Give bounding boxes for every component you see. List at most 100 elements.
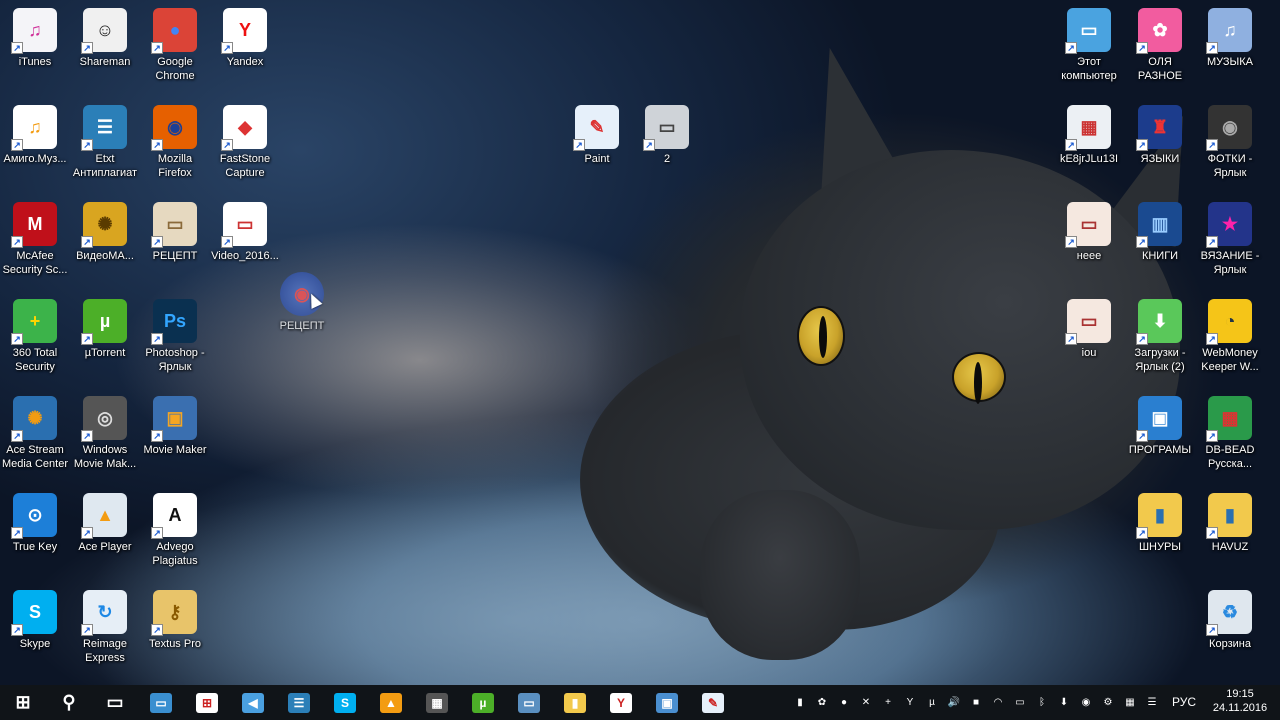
shortcut-arrow-icon: ↗ [11, 139, 23, 151]
desktop-icon[interactable]: ✺ ↗ Ace Stream Media Center [0, 396, 73, 471]
shortcut-arrow-icon: ↗ [221, 42, 233, 54]
desktop-icon[interactable]: ☰ ↗ Etxt Антиплагиат [67, 105, 143, 180]
taskbar-button[interactable]: ▭ [138, 685, 184, 720]
tray-yandex-icon[interactable]: Y [900, 695, 920, 711]
tray-notification-icon[interactable]: ☰ [1142, 695, 1162, 711]
tray-camera-icon[interactable]: ◉ [1076, 695, 1096, 711]
taskbar-button[interactable]: ▦ [414, 685, 460, 720]
desktop-icon[interactable]: µ ↗ µTorrent [67, 299, 143, 360]
desktop-icon[interactable]: Y ↗ Yandex [207, 8, 283, 69]
tray-wifi-icon[interactable]: ◠ [988, 695, 1008, 711]
tray-cross-icon[interactable]: ✕ [856, 695, 876, 711]
desktop-icon-label: Textus Pro [149, 638, 201, 650]
shortcut-arrow-icon: ↗ [81, 430, 93, 442]
desktop-icon[interactable]: ▣ ↗ Movie Maker [137, 396, 213, 457]
tray-volume-icon[interactable]: 🔊 [944, 695, 964, 711]
tray-leaf-icon[interactable]: ✿ [812, 695, 832, 711]
tray-download-icon[interactable]: ⬇ [1054, 695, 1074, 711]
desktop-icon[interactable]: ▭ ↗ Video_2016... [207, 202, 283, 263]
desktop-icon[interactable]: ▣ ↗ ПРОГРАМЫ [1122, 396, 1198, 457]
photoshop-icon: Ps ↗ [151, 299, 197, 345]
taskbar-button[interactable]: ⚲ [46, 685, 92, 720]
programs-folder-icon: ▣ ↗ [1136, 396, 1182, 442]
desktop-icon[interactable]: ✎ ↗ Paint [559, 105, 635, 166]
tray-utorrent-icon[interactable]: µ [922, 695, 942, 711]
tray-circle-icon[interactable]: ● [834, 695, 854, 711]
search-icon: ⚲ [62, 692, 76, 712]
desktop-icon[interactable]: ◉ ↗ ФОТКИ - Ярлык [1192, 105, 1268, 180]
desktop-icon[interactable]: ⬇ ↗ Загрузки - Ярлык (2) [1122, 299, 1198, 374]
desktop-icon[interactable]: ◔ ↗ WebMoney Keeper W... [1192, 299, 1268, 374]
tray-keyboard-icon[interactable]: ▦ [1120, 695, 1140, 711]
desktop-icon[interactable]: ♻ ↗ Корзина [1192, 590, 1268, 651]
desktop-icon[interactable]: ♫ ↗ iTunes [0, 8, 73, 69]
shareman-icon: ☺ ↗ [81, 8, 127, 54]
taskbar-button[interactable]: µ [460, 685, 506, 720]
taskbar-button[interactable]: ▭ [92, 685, 138, 720]
desktop-icon[interactable]: ♫ ↗ МУЗЫКА [1192, 8, 1268, 69]
start-windows-icon: ⊞ [15, 692, 31, 712]
desktop-icon[interactable]: ↻ ↗ Reimage Express [67, 590, 143, 665]
taskbar-button[interactable]: ▲ [368, 685, 414, 720]
tray-flag-icon[interactable]: ▮ [790, 695, 810, 711]
shortcut-arrow-icon: ↗ [1206, 42, 1218, 54]
taskbar-button[interactable]: Y [598, 685, 644, 720]
taskbar-button[interactable]: ▣ [644, 685, 690, 720]
desktop-icon-label: McAfee Security Sc... [2, 250, 68, 276]
desktop-icon[interactable]: ★ ↗ ВЯЗАНИЕ - Ярлык [1192, 202, 1268, 277]
desktop-icon[interactable]: ▲ ↗ Ace Player [67, 493, 143, 554]
desktop-icon[interactable]: ♜ ↗ ЯЗЫКИ [1122, 105, 1198, 166]
desktop-icon-label: ЯЗЫКИ [1140, 153, 1180, 165]
desktop-icon[interactable]: ⊙ ↗ True Key [0, 493, 73, 554]
taskbar-button[interactable]: ⊞ [0, 685, 46, 720]
movie-maker-icon: ◎ ↗ [81, 396, 127, 442]
desktop-icon[interactable]: ▮ ↗ ШНУРЫ [1122, 493, 1198, 554]
desktop-icon[interactable]: ⚷ ↗ Textus Pro [137, 590, 213, 651]
dragging-desktop-icon[interactable]: ◉ РЕЦЕПТ [264, 272, 340, 333]
desktop-icon[interactable]: ▭ ↗ неее [1051, 202, 1127, 263]
tray-red-icon[interactable]: ■ [966, 695, 986, 711]
desktop-icon[interactable]: ✿ ↗ ОЛЯ РАЗНОЕ [1122, 8, 1198, 83]
desktop-icon[interactable]: ▭ ↗ 2 [629, 105, 705, 166]
desktop-icon[interactable]: S ↗ Skype [0, 590, 73, 651]
shortcut-arrow-icon: ↗ [11, 333, 23, 345]
image-file-2-icon: ▭ ↗ [1065, 299, 1111, 345]
taskbar-button[interactable]: S [322, 685, 368, 720]
desktop-icon[interactable]: Ps ↗ Photoshop - Ярлык [137, 299, 213, 374]
desktop-icon[interactable]: ▭ ↗ iou [1051, 299, 1127, 360]
taskbar-button[interactable]: ▭ [506, 685, 552, 720]
desktop-icon[interactable]: ☺ ↗ Shareman [67, 8, 143, 69]
taskbar-button[interactable]: ☰ [276, 685, 322, 720]
taskbar-button[interactable]: ✎ [690, 685, 736, 720]
desktop-icon[interactable]: ▭ ↗ РЕЦЕПТ [137, 202, 213, 263]
desktop-icon[interactable]: ♫ ↗ Амиго.Муз... [0, 105, 73, 166]
tray-bluetooth-icon[interactable]: ᛒ [1032, 695, 1052, 711]
desktop-icon[interactable]: M ↗ McAfee Security Sc... [0, 202, 73, 277]
desktop-icon[interactable]: + ↗ 360 Total Security [0, 299, 73, 374]
desktop-icon[interactable]: ◆ ↗ FastStone Capture [207, 105, 283, 180]
desktop-icon[interactable]: ▦ ↗ kE8jrJLu13I [1051, 105, 1127, 166]
tray-battery-icon[interactable]: ▭ [1010, 695, 1030, 711]
desktop-icon[interactable]: ● ↗ Google Chrome [137, 8, 213, 83]
mcafee-icon: M ↗ [11, 202, 57, 248]
taskbar-button[interactable]: ▮ [552, 685, 598, 720]
tray-gear-icon[interactable]: ⚙ [1098, 695, 1118, 711]
desktop-icon-label: Амиго.Муз... [3, 153, 67, 165]
desktop-icon-label: КНИГИ [1141, 250, 1179, 262]
desktop-icon[interactable]: A ↗ Advego Plagiatus [137, 493, 213, 568]
taskbar-button[interactable]: ⊞ [184, 685, 230, 720]
tray-plus-icon[interactable]: + [878, 695, 898, 711]
downloads-icon: ⬇ ↗ [1136, 299, 1182, 345]
shortcut-arrow-icon: ↗ [1136, 139, 1148, 151]
desktop-icon[interactable]: ◉ ↗ Mozilla Firefox [137, 105, 213, 180]
desktop-icon[interactable]: ◎ ↗ Windows Movie Mak... [67, 396, 143, 471]
taskbar-button[interactable]: ◀ [230, 685, 276, 720]
language-indicator[interactable]: РУС [1172, 695, 1196, 709]
desktop-icon[interactable]: ▦ ↗ DB-BEAD Русска... [1192, 396, 1268, 471]
desktop-icon[interactable]: ▥ ↗ КНИГИ [1122, 202, 1198, 263]
desktop-icon[interactable]: ▮ ↗ HAVUZ [1192, 493, 1268, 554]
clock[interactable]: 19:15 24.11.2016 [1212, 687, 1268, 715]
desktop-icon[interactable]: ✺ ↗ ВидеоМА... [67, 202, 143, 263]
desktop-icon-label: Movie Maker [143, 444, 207, 456]
desktop-icon[interactable]: ▭ ↗ Этот компьютер [1051, 8, 1127, 83]
